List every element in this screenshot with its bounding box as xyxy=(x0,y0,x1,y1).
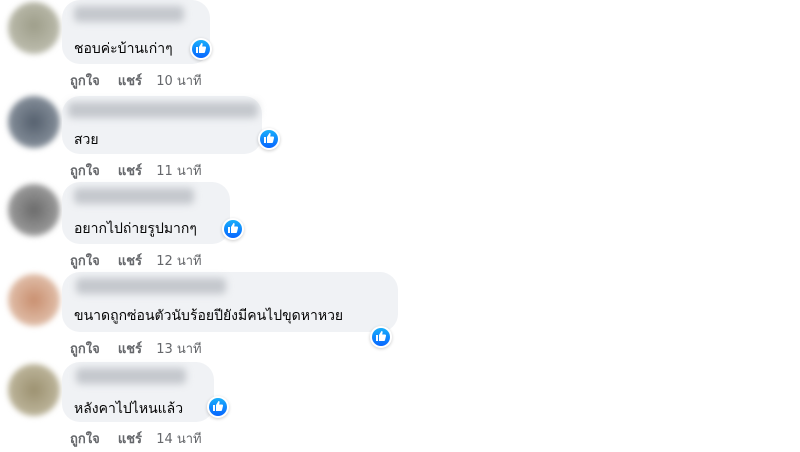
share-action[interactable]: แชร์ xyxy=(118,70,142,91)
avatar[interactable] xyxy=(8,96,60,148)
comment-text: หลังคาไปไหนแล้ว xyxy=(74,401,184,417)
comment-text: ขนาดถูกซ่อนตัวนับร้อยปียังมีคนไปขุดหาหวย xyxy=(74,308,344,324)
comment-time[interactable]: 12 นาที xyxy=(156,250,201,271)
commenter-name[interactable] xyxy=(76,278,226,294)
commenter-name[interactable] xyxy=(76,368,186,384)
reaction-badge[interactable] xyxy=(222,218,244,240)
comment-bubble: อยากไปถ่ายรูปมากๆ xyxy=(62,182,230,244)
like-action[interactable]: ถูกใจ xyxy=(70,70,100,91)
comment-bubble: ขนาดถูกซ่อนตัวนับร้อยปียังมีคนไปขุดหาหวย xyxy=(62,272,398,332)
comment-time[interactable]: 10 นาที xyxy=(156,70,201,91)
like-action[interactable]: ถูกใจ xyxy=(70,338,100,359)
share-action[interactable]: แชร์ xyxy=(118,428,142,449)
avatar[interactable] xyxy=(8,184,60,236)
thumbs-up-icon xyxy=(228,223,239,233)
comment-bubble: สวย xyxy=(62,96,262,154)
reaction-badge[interactable] xyxy=(258,128,280,150)
avatar[interactable] xyxy=(8,274,60,326)
comment-text: อยากไปถ่ายรูปมากๆ xyxy=(74,221,197,237)
comment-actions: ถูกใจ แชร์ 12 นาที xyxy=(70,250,202,271)
comment-actions: ถูกใจ แชร์ 10 นาที xyxy=(70,70,202,91)
comment-item: หลังคาไปไหนแล้ว ถูกใจ แชร์ 14 นาที xyxy=(0,362,800,452)
thumbs-up-icon xyxy=(213,401,224,411)
comment-item: ขนาดถูกซ่อนตัวนับร้อยปียังมีคนไปขุดหาหวย… xyxy=(0,272,800,362)
comment-actions: ถูกใจ แชร์ 14 นาที xyxy=(70,428,202,449)
share-action[interactable]: แชร์ xyxy=(118,338,142,359)
thumbs-up-icon xyxy=(376,331,387,341)
comment-item: ชอบค่ะบ้านเก่าๆ ถูกใจ แชร์ 10 นาที xyxy=(0,0,800,90)
comment-time[interactable]: 14 นาที xyxy=(156,428,201,449)
thumbs-up-icon xyxy=(264,133,275,143)
reaction-badge[interactable] xyxy=(370,326,392,348)
comment-bubble: หลังคาไปไหนแล้ว xyxy=(62,362,214,422)
like-action[interactable]: ถูกใจ xyxy=(70,160,100,181)
reaction-badge[interactable] xyxy=(190,38,212,60)
avatar[interactable] xyxy=(8,2,60,54)
comment-actions: ถูกใจ แชร์ 11 นาที xyxy=(70,160,202,181)
comment-item: สวย ถูกใจ แชร์ 11 นาที xyxy=(0,94,800,184)
avatar[interactable] xyxy=(8,364,60,416)
comment-actions: ถูกใจ แชร์ 13 นาที xyxy=(70,338,202,359)
share-action[interactable]: แชร์ xyxy=(118,160,142,181)
comment-text: สวย xyxy=(74,132,99,148)
thumbs-up-icon xyxy=(196,43,207,53)
comment-time[interactable]: 13 นาที xyxy=(156,338,201,359)
commenter-name[interactable] xyxy=(74,188,194,204)
reaction-badge[interactable] xyxy=(207,396,229,418)
like-action[interactable]: ถูกใจ xyxy=(70,428,100,449)
share-action[interactable]: แชร์ xyxy=(118,250,142,271)
comment-item: อยากไปถ่ายรูปมากๆ ถูกใจ แชร์ 12 นาที xyxy=(0,182,800,272)
commenter-name[interactable] xyxy=(74,6,184,22)
comment-time[interactable]: 11 นาที xyxy=(156,160,201,181)
commenter-name[interactable] xyxy=(68,102,258,118)
comment-text: ชอบค่ะบ้านเก่าๆ xyxy=(74,41,173,57)
like-action[interactable]: ถูกใจ xyxy=(70,250,100,271)
comment-bubble: ชอบค่ะบ้านเก่าๆ xyxy=(62,0,210,64)
